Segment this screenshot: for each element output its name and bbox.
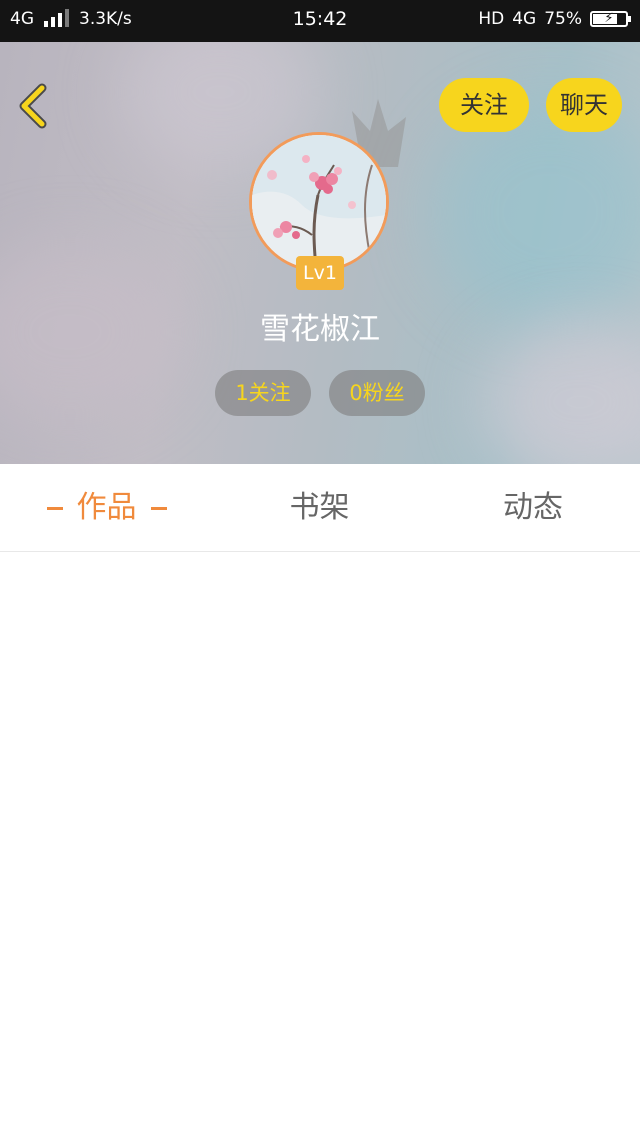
battery-icon: ⚡ bbox=[590, 11, 631, 27]
following-count-button[interactable]: 1关注 bbox=[215, 370, 311, 416]
profile-tabs: 作品 书架 动态 bbox=[0, 464, 640, 552]
avatar-image bbox=[252, 135, 386, 269]
tab-works[interactable]: 作品 bbox=[0, 464, 213, 552]
tab-bookshelf[interactable]: 书架 bbox=[213, 464, 426, 552]
active-tab-dash-right bbox=[150, 507, 167, 510]
tab-content-area bbox=[0, 552, 640, 1138]
status-bar: 4G 3.3K/s 15:42 HD 4G 75% ⚡ bbox=[0, 0, 640, 42]
tab-activity[interactable]: 动态 bbox=[426, 464, 640, 552]
tab-bookshelf-label: 书架 bbox=[289, 490, 350, 525]
background-blur bbox=[430, 102, 640, 322]
follow-button[interactable]: 关注 bbox=[439, 78, 529, 132]
hd-label: HD bbox=[478, 9, 505, 29]
chevron-left-icon bbox=[19, 83, 47, 129]
status-right: HD 4G 75% ⚡ bbox=[478, 9, 631, 29]
active-tab-dash-left bbox=[46, 507, 63, 510]
avatar[interactable] bbox=[249, 132, 389, 272]
fans-count-button[interactable]: 0粉丝 bbox=[329, 370, 425, 416]
tab-works-label: 作品 bbox=[76, 490, 137, 525]
chat-button[interactable]: 聊天 bbox=[546, 78, 622, 132]
battery-percent: 75% bbox=[544, 9, 582, 29]
username: 雪花椒江 bbox=[260, 312, 380, 347]
back-button[interactable] bbox=[14, 82, 54, 130]
tab-activity-label: 动态 bbox=[503, 490, 563, 525]
profile-header: 关注 聊天 Lv1 雪花椒江 1关注 0粉丝 bbox=[0, 42, 640, 464]
network-type-right: 4G bbox=[512, 9, 537, 29]
level-badge: Lv1 bbox=[296, 256, 344, 290]
charging-icon: ⚡ bbox=[604, 11, 614, 26]
